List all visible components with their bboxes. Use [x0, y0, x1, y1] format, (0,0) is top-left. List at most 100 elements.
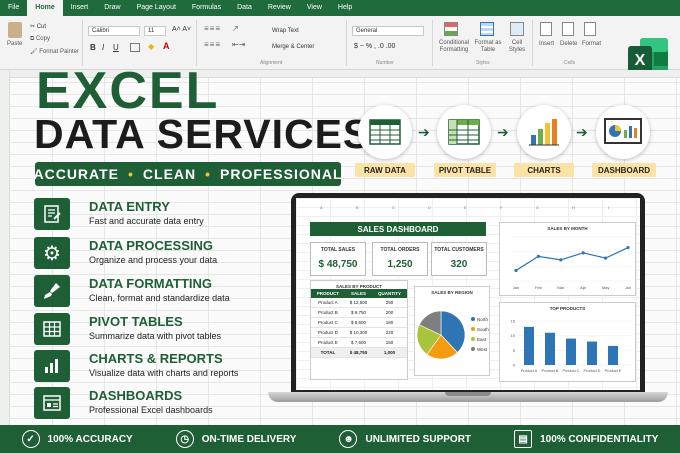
tab-file[interactable]: File — [0, 0, 27, 16]
format-cells-icon[interactable] — [584, 22, 596, 36]
bold-button[interactable]: B — [90, 43, 96, 52]
tab-home[interactable]: Home — [27, 0, 63, 16]
tab-draw[interactable]: Draw — [96, 0, 128, 16]
font-grow-icon[interactable]: A˄ A˅ — [172, 26, 191, 33]
x-tick-label: Jan — [513, 285, 519, 290]
table-cell: Product B — [311, 307, 345, 318]
cell-styles-button[interactable]: Cell Styles — [505, 40, 529, 54]
service-data-formatting: DATA FORMATTING Clean, format and standa… — [34, 275, 274, 311]
excel-services-banner: File Home Insert Draw Page Layout Formul… — [0, 0, 680, 453]
align-left-icons[interactable]: ≡≡≡ — [204, 40, 221, 49]
dashboard-icon — [604, 118, 642, 144]
document-icon: ▤ — [514, 430, 533, 448]
tab-page-layout[interactable]: Page Layout — [129, 0, 184, 16]
y-tick-label: 10 — [511, 333, 516, 338]
dashboard-step — [596, 105, 650, 159]
column-letter: B — [356, 205, 359, 210]
bar — [566, 338, 576, 365]
tab-review[interactable]: Review — [260, 0, 299, 16]
tab-help[interactable]: Help — [330, 0, 360, 16]
number-format-select[interactable]: General — [352, 26, 424, 36]
kpi-total-customers: TOTAL CUSTOMERS 320 — [431, 242, 487, 276]
check-circle-icon: ✓ — [21, 430, 40, 448]
dashboard-icon — [34, 387, 70, 419]
service-name: DATA ENTRY — [89, 199, 170, 214]
format-painter-button[interactable]: 🖌 Format Painter — [30, 48, 79, 55]
font-size-select[interactable]: 11 — [144, 26, 166, 36]
table-row: Product D $ 10,300 220 — [311, 327, 407, 338]
data-point — [514, 268, 518, 273]
tab-data[interactable]: Data — [229, 0, 260, 16]
table-row: TOTAL $ 48,750 1,000 — [311, 347, 407, 358]
format-as-table-button[interactable]: Format as Table — [472, 40, 504, 54]
column-letter: H — [572, 205, 575, 210]
group-number: Number — [376, 60, 394, 66]
paste-icon[interactable] — [8, 22, 22, 38]
table-cell: $ 9,750 — [344, 307, 373, 318]
raw-data-step — [358, 105, 412, 159]
column-letter: D — [428, 205, 431, 210]
table-header: QUANTITY — [372, 289, 407, 298]
merge-center-button[interactable]: Merge & Center — [272, 44, 314, 50]
cell-styles-icon[interactable] — [510, 22, 524, 36]
delete-button[interactable]: Delete — [560, 41, 577, 47]
tag-accurate: ACCURATE — [33, 166, 119, 182]
tag-clean: CLEAN — [142, 166, 197, 182]
legend-swatch — [471, 327, 475, 331]
data-point — [536, 254, 540, 258]
service-name: DATA PROCESSING — [89, 238, 213, 253]
y-tick-label: 0 — [513, 363, 516, 368]
table-cell: $ 8,600 — [344, 317, 373, 328]
align-top-icons[interactable]: ≡≡≡ — [204, 24, 221, 33]
tab-formulas[interactable]: Formulas — [184, 0, 229, 16]
service-desc: Fast and accurate data entry — [89, 216, 204, 226]
x-tick-label: Jun — [625, 285, 631, 290]
italic-button[interactable]: I — [102, 43, 104, 52]
feature-on-time-delivery: ◷ ON-TIME DELIVERY — [175, 430, 296, 448]
x-tick-label: May — [602, 285, 610, 290]
insert-button[interactable]: Insert — [539, 41, 554, 47]
delete-cells-icon[interactable] — [562, 22, 574, 36]
fill-color-icon[interactable]: ◆ — [148, 42, 154, 51]
cut-button[interactable]: ✂ Cut — [30, 23, 46, 30]
tab-insert[interactable]: Insert — [63, 0, 97, 16]
borders-icon[interactable] — [130, 43, 140, 52]
service-data-entry: DATA ENTRY Fast and accurate data entry — [34, 198, 274, 234]
arrow-right-icon: ➔ — [497, 124, 509, 140]
paste-button[interactable]: Paste — [7, 41, 22, 47]
x-tick-label: Product E — [605, 369, 622, 373]
orientation-icon[interactable]: ↗ — [232, 24, 239, 33]
underline-button[interactable]: U — [113, 43, 119, 52]
kpi-total-sales: TOTAL SALES $ 48,750 — [310, 242, 366, 276]
indent-icon[interactable]: ⇤⇥ — [232, 40, 245, 49]
copy-button[interactable]: ⧉ Copy — [30, 36, 50, 43]
service-name: CHARTS & REPORTS — [89, 351, 223, 366]
tab-view[interactable]: View — [299, 0, 330, 16]
column-letter: A — [320, 205, 323, 210]
number-style-icons[interactable]: $ ~ % , .0 .00 — [354, 43, 395, 50]
legend-label: South — [477, 327, 489, 332]
wrap-text-button[interactable]: Wrap Text — [272, 28, 299, 34]
service-desc: Professional Excel dashboards — [89, 405, 213, 415]
service-desc: Visualize data with charts and reports — [89, 368, 239, 378]
scissors-icon: ✂ — [30, 24, 37, 30]
charts-step — [517, 105, 571, 159]
format-as-table-icon[interactable] — [480, 22, 494, 36]
charts-label: CHARTS — [514, 163, 574, 177]
conditional-formatting-button[interactable]: Conditional Formatting — [436, 40, 472, 54]
column-letter: I — [608, 205, 610, 210]
group-cells: Cells — [564, 60, 576, 66]
format-button[interactable]: Format — [582, 41, 601, 47]
dashboard-title: SALES DASHBOARD — [310, 222, 486, 236]
font-color-icon[interactable]: A — [163, 41, 170, 51]
hero-title-data-services: DATA SERVICES — [34, 111, 372, 157]
insert-cells-icon[interactable] — [540, 22, 552, 36]
font-name-select[interactable]: Calibri — [88, 26, 140, 36]
spreadsheet-icon — [369, 119, 401, 145]
gear-icon: ⚙ — [34, 237, 70, 269]
bar — [608, 345, 618, 365]
conditional-formatting-icon[interactable] — [444, 22, 458, 36]
bar — [524, 326, 534, 365]
table-cell: Product D — [311, 327, 345, 338]
service-dashboards: DASHBOARDS Professional Excel dashboards — [34, 387, 274, 423]
